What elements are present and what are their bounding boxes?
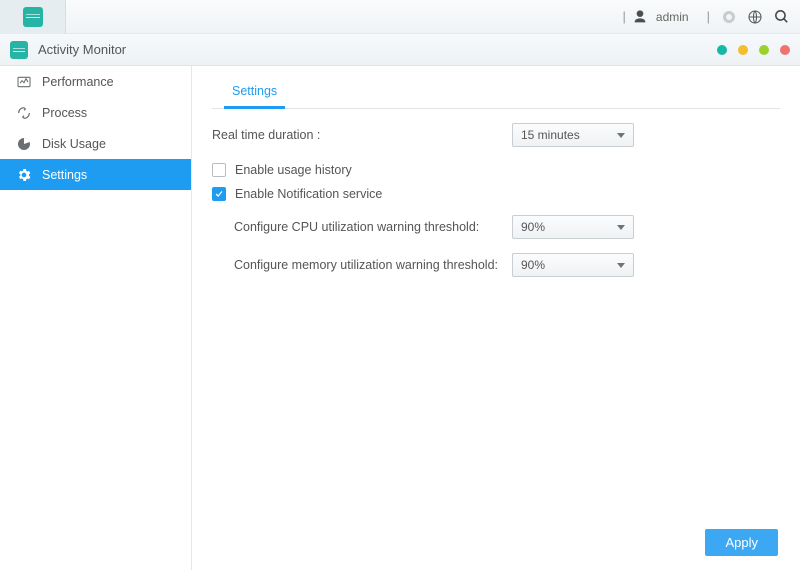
gear-icon — [16, 167, 32, 183]
realtime-duration-select[interactable]: 15 minutes — [512, 123, 634, 147]
sidebar-item-process[interactable]: Process — [0, 97, 191, 128]
cpu-threshold-label: Configure CPU utilization warning thresh… — [234, 220, 512, 234]
memory-threshold-label: Configure memory utilization warning thr… — [234, 258, 512, 272]
enable-notification-checkbox[interactable]: Enable Notification service — [212, 187, 382, 201]
performance-icon — [16, 74, 32, 90]
chevron-down-icon — [617, 263, 625, 268]
system-bar: | admin | — [0, 0, 800, 34]
window-dot[interactable] — [717, 45, 727, 55]
sidebar-item-label: Performance — [42, 75, 114, 89]
apply-button[interactable]: Apply — [705, 529, 778, 556]
window-titlebar: Activity Monitor — [0, 34, 800, 66]
enable-usage-history-checkbox[interactable]: Enable usage history — [212, 163, 352, 177]
window-title: Activity Monitor — [38, 42, 126, 57]
disk-usage-icon — [16, 136, 32, 152]
sidebar-item-disk-usage[interactable]: Disk Usage — [0, 128, 191, 159]
sidebar: Performance Process Disk Usage Settings — [0, 66, 192, 570]
window-dot[interactable] — [738, 45, 748, 55]
chevron-down-icon — [617, 133, 625, 138]
window-dot[interactable] — [780, 45, 790, 55]
checkbox-icon — [212, 163, 226, 177]
window-dot[interactable] — [759, 45, 769, 55]
user-label: admin — [656, 10, 689, 24]
cpu-threshold-select[interactable]: 90% — [512, 215, 634, 239]
activity-monitor-icon — [10, 41, 28, 59]
realtime-duration-label: Real time duration : — [212, 128, 512, 142]
sidebar-item-performance[interactable]: Performance — [0, 66, 191, 97]
settings-form: Real time duration : 15 minutes Enable u… — [212, 109, 780, 291]
divider-icon: | — [623, 9, 626, 24]
chevron-down-icon — [617, 225, 625, 230]
checkbox-icon — [212, 187, 226, 201]
sidebar-item-label: Disk Usage — [42, 137, 106, 151]
activity-monitor-icon — [23, 7, 43, 27]
process-icon — [16, 105, 32, 121]
globe-icon[interactable] — [742, 4, 768, 30]
user-area[interactable]: admin — [632, 9, 689, 25]
memory-threshold-select[interactable]: 90% — [512, 253, 634, 277]
main-content: Settings Real time duration : 15 minutes… — [192, 66, 800, 570]
notification-icon[interactable] — [716, 4, 742, 30]
sidebar-item-label: Process — [42, 106, 87, 120]
tab-bar: Settings — [212, 78, 780, 109]
tab-settings[interactable]: Settings — [224, 78, 285, 109]
sidebar-item-label: Settings — [42, 168, 87, 182]
search-icon[interactable] — [768, 4, 794, 30]
sidebar-item-settings[interactable]: Settings — [0, 159, 191, 190]
user-icon — [632, 9, 648, 25]
app-switcher-button[interactable] — [0, 0, 66, 34]
divider-icon: | — [707, 9, 710, 24]
